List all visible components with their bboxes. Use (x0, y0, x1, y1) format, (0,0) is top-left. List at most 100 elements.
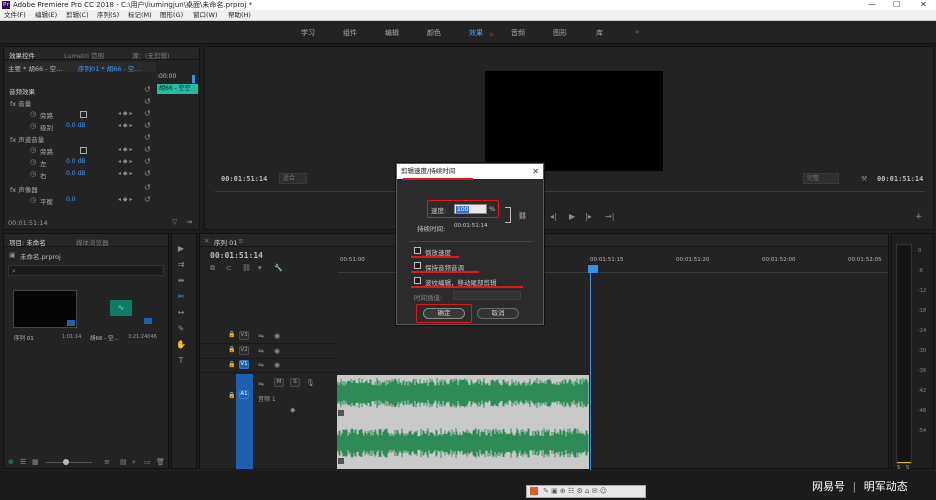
ripple-edit-checkbox[interactable] (414, 277, 421, 284)
find-icon[interactable]: ⌕ (132, 458, 136, 466)
reset-icon[interactable]: ↺ (144, 196, 151, 204)
workspace-audio[interactable]: 音频 (511, 28, 525, 38)
automate-icon[interactable]: ▤ (120, 458, 127, 466)
tray-app-icon[interactable] (530, 487, 538, 495)
hand-tool-icon[interactable]: ✋ (176, 340, 186, 350)
effect-row-bypass[interactable]: ◷ 旁路 ◂ ◆ ▸ ↺ (8, 110, 151, 121)
new-bin-icon[interactable]: ▭ (144, 458, 151, 466)
tray-icons[interactable]: ✎ ▣ ⊕ ☷ ⚙ ⌂ ✉ ☺ (543, 487, 607, 495)
lock-track-icon[interactable]: 🔒 (228, 361, 235, 368)
project-search-input[interactable]: ⌕ (8, 265, 164, 276)
stopwatch-icon[interactable]: ◷ (30, 158, 36, 166)
keyframe-nav-icon[interactable]: ◂ ◆ ▸ (118, 110, 132, 118)
tab-project[interactable]: 项目: 未命名 (9, 237, 46, 247)
keyframe-nav-icon[interactable]: ◂ ◆ ▸ (118, 158, 132, 166)
context-sequence[interactable]: 序列01 * 胡66 - 空... (78, 63, 141, 73)
playhead-handle[interactable] (588, 265, 598, 273)
menu-file[interactable]: 文件(F) (4, 10, 26, 21)
workspace-learn[interactable]: 学习 (301, 28, 315, 38)
timeline-timecode[interactable]: 00:01:51:14 (210, 251, 263, 260)
reset-icon[interactable]: ↺ (144, 122, 151, 130)
nest-icon[interactable]: ⧉ (210, 264, 215, 272)
play-icon[interactable]: ▶ (569, 213, 575, 221)
pen-tool-icon[interactable]: ✎ (176, 324, 186, 334)
menu-window[interactable]: 窗口(W) (193, 10, 218, 21)
add-marker-icon[interactable]: ▾ (258, 264, 262, 272)
filter-icon[interactable]: ▽ (172, 218, 177, 226)
sync-lock-icon[interactable]: ⇋ (258, 347, 264, 355)
track-target-v1[interactable]: V1 (239, 360, 249, 369)
export-icon[interactable]: ⇥ (186, 218, 192, 226)
tab-media-browser[interactable]: 媒体浏览器 (76, 237, 109, 247)
sync-lock-icon[interactable]: ⇋ (258, 380, 264, 388)
keyframe-nav-icon[interactable]: ◂ ◆ ▸ (118, 146, 132, 154)
menu-help[interactable]: 帮助(H) (228, 10, 251, 21)
link-chain-icon[interactable]: ⛓ (518, 212, 527, 220)
effect-row-level[interactable]: ◷ 级别 0.0 dB ◂ ◆ ▸ ↺ (8, 122, 151, 133)
lock-icon[interactable]: ⊕ (8, 458, 14, 466)
workspace-effects[interactable]: 效果 (469, 28, 483, 38)
keyframe-nav-icon[interactable]: ◂ ◆ ▸ (118, 196, 132, 204)
duration-value[interactable]: 00:01:51:14 (454, 223, 488, 229)
reset-icon[interactable]: ↺ (144, 134, 151, 142)
project-item-name[interactable]: 胡66 - 空... (90, 334, 119, 342)
reset-icon[interactable]: ↺ (144, 110, 151, 118)
track-target-v3[interactable]: V3 (239, 331, 249, 340)
balance-value[interactable]: 0.0 (66, 196, 76, 203)
context-master[interactable]: 主要 * 胡66 - 空... (8, 63, 62, 73)
reset-icon[interactable]: ↺ (144, 146, 151, 154)
bypass-checkbox[interactable] (80, 111, 87, 118)
eye-icon[interactable]: ◉ (274, 347, 280, 355)
tab-lumetri-scopes[interactable]: Lumetri 范围 (64, 50, 104, 60)
audio-clip[interactable] (337, 375, 589, 469)
tab-effect-controls[interactable]: 效果控件 (9, 50, 35, 60)
effect-row-channel-volume[interactable]: fx 声道音量 ↺ (8, 134, 151, 145)
linked-selection-icon[interactable]: ⛓ (242, 264, 251, 272)
list-view-icon[interactable]: ☰ (20, 458, 26, 466)
left-value[interactable]: 0.0 dB (66, 158, 85, 165)
timeline-close-icon[interactable]: ✕ (204, 237, 209, 245)
ripple-edit-tool-icon[interactable]: ⇹ (176, 276, 186, 286)
effect-playhead[interactable] (192, 75, 195, 83)
keyframe-nav-icon[interactable]: ◂ ◆ ▸ (118, 170, 132, 178)
maximize-button[interactable]: ☐ (893, 0, 900, 10)
menu-sequence[interactable]: 序列(S) (97, 10, 119, 21)
type-tool-icon[interactable]: T (176, 356, 186, 366)
track-header-v3[interactable] (200, 328, 337, 344)
menu-marker[interactable]: 标记(M) (128, 10, 152, 21)
razor-tool-icon[interactable]: ✂ (176, 292, 186, 302)
add-button-icon[interactable]: + (915, 213, 923, 222)
track-header-v1[interactable] (200, 359, 337, 373)
settings-wrench-icon[interactable]: ⚒ (861, 175, 867, 183)
stopwatch-icon[interactable]: ◷ (30, 170, 36, 178)
mute-button[interactable]: M (274, 378, 284, 387)
zoom-slider-handle[interactable] (63, 459, 69, 465)
track-select-tool-icon[interactable]: ⇉ (176, 260, 186, 270)
sort-icon[interactable]: ≡ (104, 458, 110, 466)
track-target-v2[interactable]: V2 (239, 346, 249, 355)
selection-tool-icon[interactable]: ▶ (176, 244, 186, 254)
reset-icon[interactable]: ↺ (144, 98, 151, 106)
microphone-icon[interactable]: 🎙 (306, 379, 315, 387)
menu-graphics[interactable]: 图形(G) (160, 10, 183, 21)
step-forward-icon[interactable]: |▸ (585, 213, 592, 221)
track-target-a1[interactable]: A1 (239, 390, 249, 399)
sequence-thumbnail[interactable] (13, 290, 77, 328)
lock-track-icon[interactable]: 🔒 (228, 346, 235, 353)
keyframe-add-icon[interactable]: ◆ (290, 406, 295, 414)
dialog-close-button[interactable]: ✕ (532, 164, 539, 179)
effect-row-bypass-2[interactable]: ◷ 旁路 ◂ ◆ ▸ ↺ (8, 146, 151, 157)
step-back-icon[interactable]: ◂| (550, 213, 557, 221)
tab-source[interactable]: 源：(无剪辑) (132, 50, 170, 60)
menu-edit[interactable]: 编辑(E) (35, 10, 57, 21)
eye-icon[interactable]: ◉ (274, 332, 280, 340)
goto-out-icon[interactable]: →| (605, 213, 614, 221)
icon-view-icon[interactable]: ▦ (32, 458, 39, 466)
workspace-assembly[interactable]: 组件 (343, 28, 357, 38)
workspace-graphics[interactable]: 图形 (553, 28, 567, 38)
sync-lock-icon[interactable]: ⇋ (258, 332, 264, 340)
right-value[interactable]: 0.0 dB (66, 170, 85, 177)
project-item-name[interactable]: 序列 01 (14, 334, 34, 342)
menu-clip[interactable]: 剪辑(C) (66, 10, 89, 21)
bypass-checkbox[interactable] (80, 147, 87, 154)
